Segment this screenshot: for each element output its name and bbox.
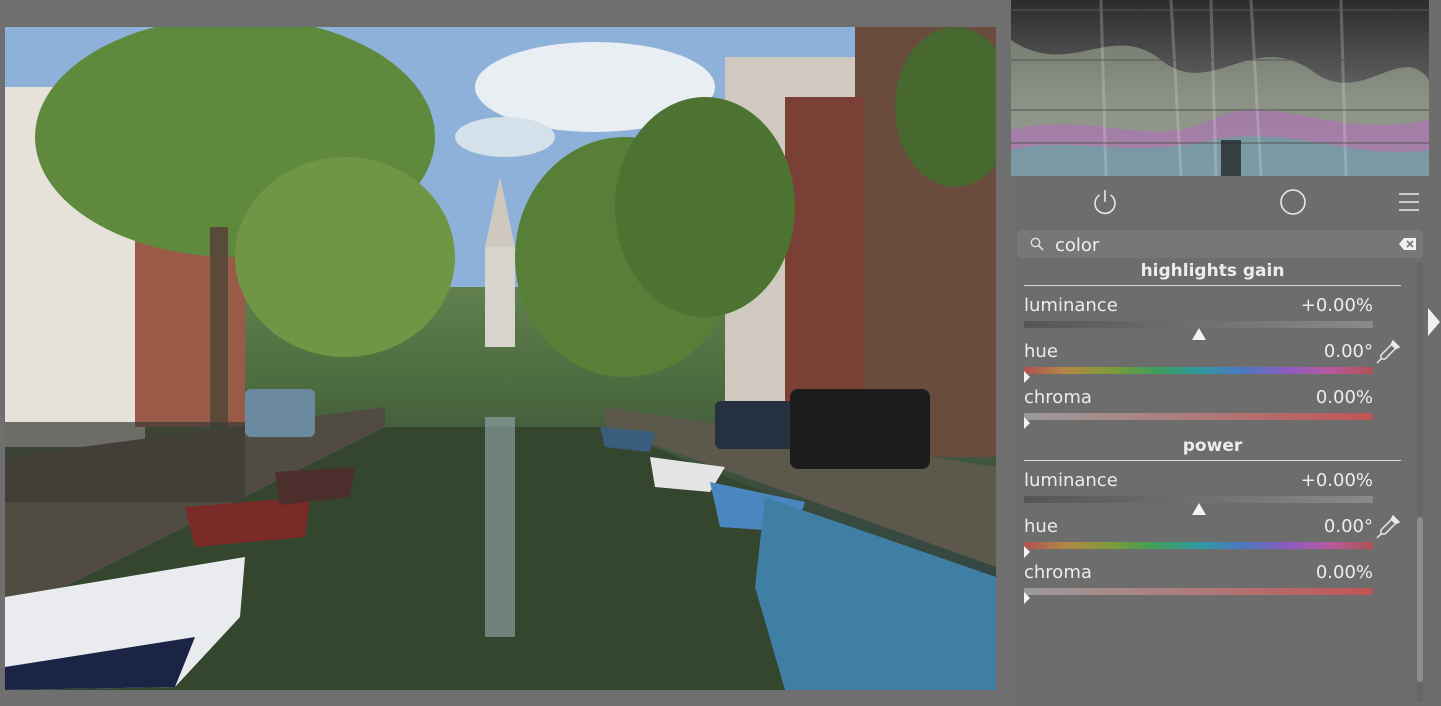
slider-value: 0.00% <box>1315 562 1373 583</box>
power-icon[interactable] <box>1089 186 1121 218</box>
slider-track[interactable] <box>1024 367 1373 374</box>
expand-panel-icon[interactable] <box>1428 308 1440 336</box>
slider-track[interactable] <box>1024 413 1373 420</box>
highlights-hue-slider[interactable]: hue 0.00° <box>1024 341 1373 383</box>
slider-label: luminance <box>1024 295 1118 316</box>
section-title-highlights-gain: highlights gain <box>1140 261 1285 281</box>
power-luminance-slider[interactable]: luminance +0.00% <box>1024 470 1373 515</box>
slider-thumb[interactable] <box>1191 328 1206 340</box>
slider-value: 0.00° <box>1323 516 1373 537</box>
slider-thumb[interactable] <box>1024 371 1030 383</box>
right-panel: highlights gain luminance +0.00% hue 0.0… <box>1011 0 1441 706</box>
color-picker-icon[interactable] <box>1374 513 1402 541</box>
histogram-graph <box>1011 0 1429 176</box>
clear-search-icon[interactable] <box>1399 237 1417 251</box>
slider-value: +0.00% <box>1300 470 1373 491</box>
section-divider <box>1024 460 1401 461</box>
scrollbar-thumb[interactable] <box>1417 517 1423 682</box>
section-title-power: power <box>1182 436 1243 456</box>
slider-thumb[interactable] <box>1191 503 1206 515</box>
slider-track[interactable] <box>1024 588 1373 595</box>
presets-menu-icon[interactable] <box>1393 186 1425 218</box>
section-divider <box>1024 285 1401 286</box>
slider-thumb[interactable] <box>1024 417 1030 429</box>
slider-value: +0.00% <box>1300 295 1373 316</box>
slider-value: 0.00° <box>1323 341 1373 362</box>
search-icon <box>1030 237 1044 251</box>
module-header <box>1011 180 1429 224</box>
power-hue-slider[interactable]: hue 0.00° <box>1024 516 1373 558</box>
canal-photo <box>5 27 996 690</box>
module-search <box>1017 230 1423 258</box>
power-chroma-slider[interactable]: chroma 0.00% <box>1024 562 1373 604</box>
slider-value: 0.00% <box>1315 387 1373 408</box>
slider-thumb[interactable] <box>1024 546 1030 558</box>
color-picker-icon[interactable] <box>1374 338 1402 366</box>
search-input[interactable] <box>1053 232 1397 258</box>
slider-label: luminance <box>1024 470 1118 491</box>
highlights-chroma-slider[interactable]: chroma 0.00% <box>1024 387 1373 429</box>
histogram[interactable] <box>1011 0 1429 176</box>
slider-track[interactable] <box>1024 321 1373 328</box>
slider-thumb[interactable] <box>1024 592 1030 604</box>
highlights-luminance-slider[interactable]: luminance +0.00% <box>1024 295 1373 340</box>
reset-circle-icon[interactable] <box>1277 186 1309 218</box>
slider-label: hue <box>1024 516 1058 537</box>
main-image <box>5 27 996 690</box>
slider-label: chroma <box>1024 387 1092 408</box>
slider-label: chroma <box>1024 562 1092 583</box>
slider-track[interactable] <box>1024 542 1373 549</box>
slider-label: hue <box>1024 341 1058 362</box>
slider-track[interactable] <box>1024 496 1373 503</box>
